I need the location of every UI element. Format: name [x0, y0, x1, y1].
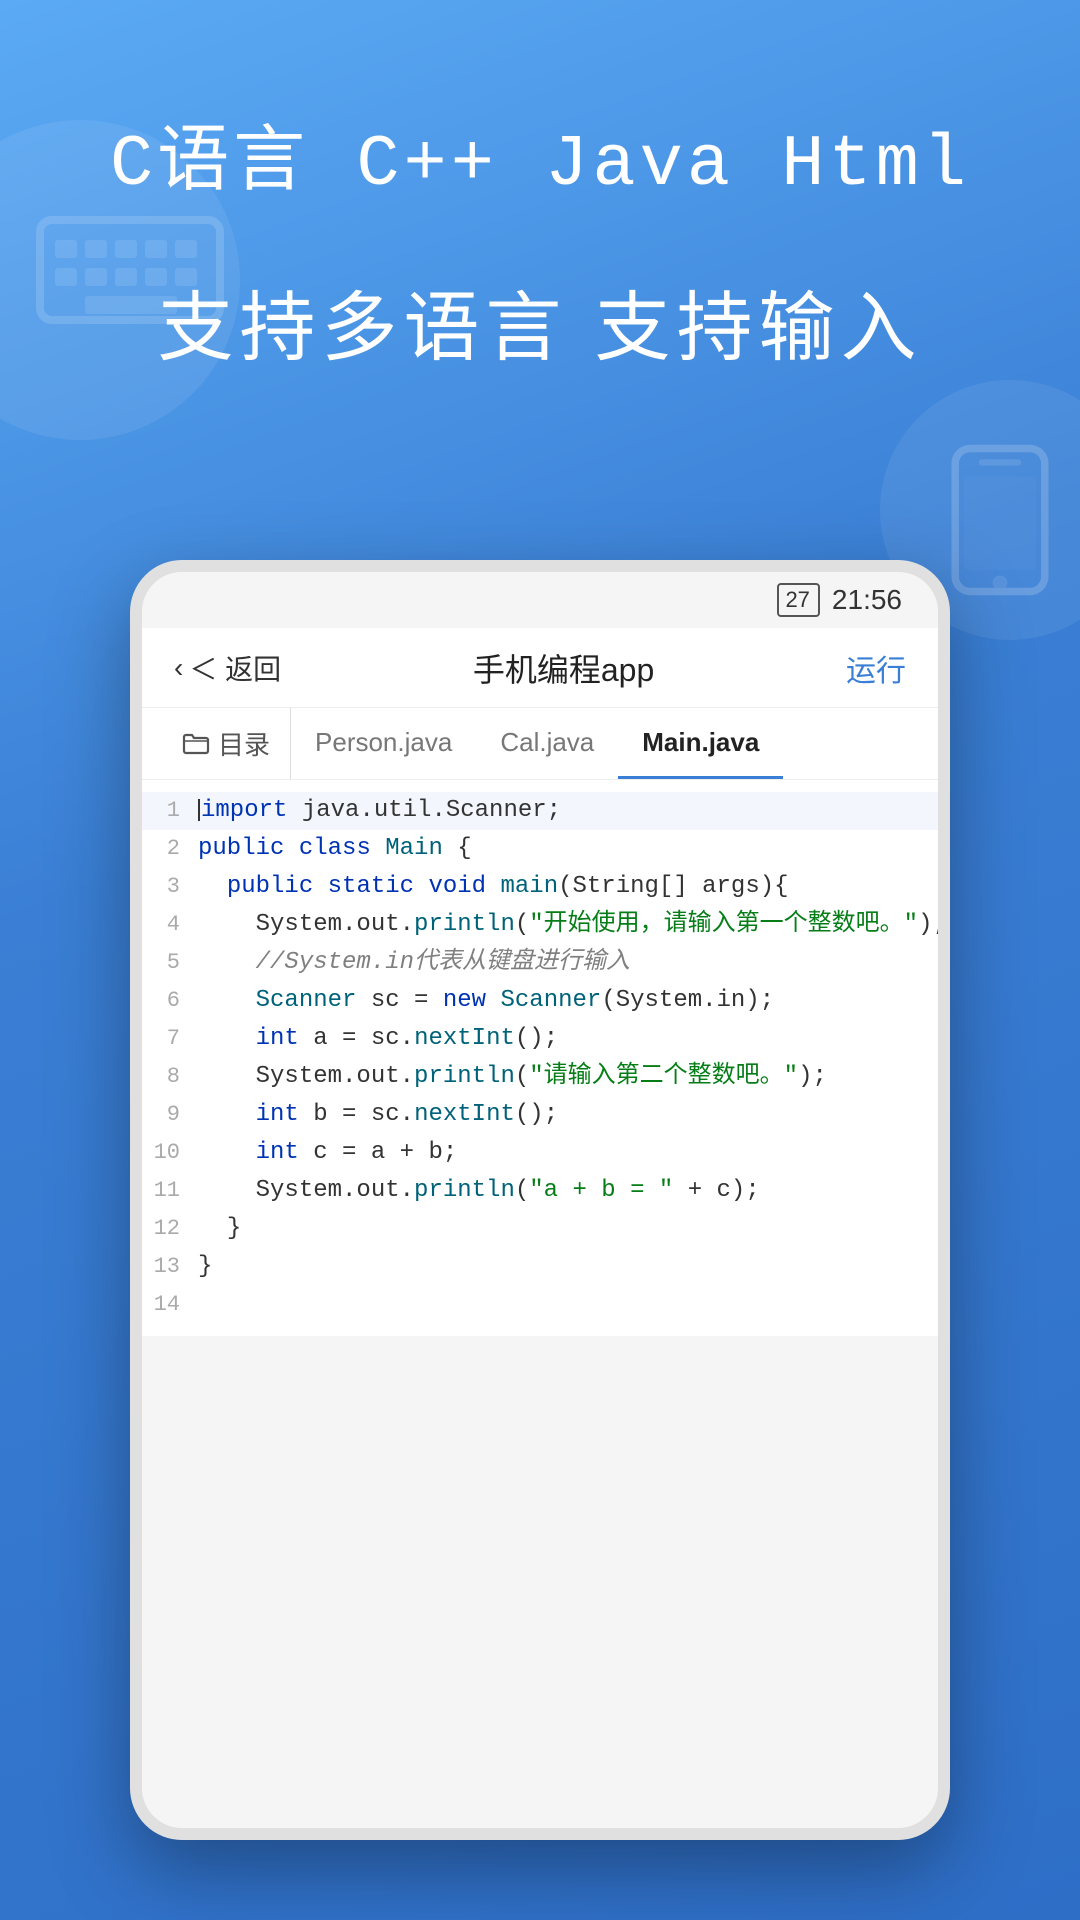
code-editor[interactable]: 1 import java.util.Scanner; 2 public cla…: [142, 780, 938, 1336]
tab-person-java-label: Person.java: [315, 727, 452, 758]
status-bar: 27 21:56: [142, 572, 938, 628]
code-line-12: 12 }: [142, 1210, 938, 1248]
deco-phone-icon: [940, 440, 1060, 600]
code-line-1: 1 import java.util.Scanner;: [142, 792, 938, 830]
code-line-14: 14: [142, 1286, 938, 1324]
tab-cal-java-label: Cal.java: [500, 727, 594, 758]
line-code-9: int b = sc.nextInt();: [198, 1096, 938, 1134]
code-line-11: 11 System.out.println("a + b = " + c);: [142, 1172, 938, 1210]
line-code-3: public static void main(String[] args){: [198, 868, 938, 906]
folder-tab-label: 目录: [218, 725, 270, 762]
back-button[interactable]: ‹ ＜ 返回: [174, 648, 281, 688]
code-line-13: 13 }: [142, 1248, 938, 1286]
app-title: 手机编程app: [473, 645, 654, 691]
code-line-2: 2 public class Main {: [142, 830, 938, 868]
line-code-10: int c = a + b;: [198, 1134, 938, 1172]
line-code-13: }: [198, 1248, 938, 1286]
app-bar: ‹ ＜ 返回 手机编程app 运行: [142, 628, 938, 708]
subtitle-line: 支持多语言 支持输入: [60, 266, 1020, 376]
line-num-1: 1: [142, 792, 198, 830]
tab-cal-java[interactable]: Cal.java: [476, 708, 618, 779]
line-code-2: public class Main {: [198, 830, 938, 868]
code-line-10: 10 int c = a + b;: [142, 1134, 938, 1172]
line-code-5: //System.in代表从键盘进行输入: [198, 944, 938, 982]
line-num-13: 13: [142, 1248, 198, 1286]
back-chevron-icon: ‹: [174, 652, 183, 684]
line-num-5: 5: [142, 944, 198, 982]
code-line-5: 5 //System.in代表从键盘进行输入: [142, 944, 938, 982]
line-num-8: 8: [142, 1058, 198, 1096]
tab-main-java[interactable]: Main.java: [618, 708, 783, 779]
line-num-7: 7: [142, 1020, 198, 1058]
header-text-area: C语言 C++ Java Html 支持多语言 支持输入: [0, 100, 1080, 376]
line-num-14: 14: [142, 1286, 198, 1324]
line-num-6: 6: [142, 982, 198, 1020]
line-num-11: 11: [142, 1172, 198, 1210]
line-code-7: int a = sc.nextInt();: [198, 1020, 938, 1058]
line-code-6: Scanner sc = new Scanner(System.in);: [198, 982, 938, 1020]
run-button[interactable]: 运行: [846, 646, 906, 690]
code-content: 1 import java.util.Scanner; 2 public cla…: [142, 780, 938, 1336]
line-num-2: 2: [142, 830, 198, 868]
line-code-1: import java.util.Scanner;: [198, 792, 938, 830]
line-code-4: System.out.println("开始使用，请输入第一个整数吧。");: [198, 906, 938, 944]
tab-main-java-label: Main.java: [642, 727, 759, 758]
code-line-4: 4 System.out.println("开始使用，请输入第一个整数吧。");: [142, 906, 938, 944]
code-line-7: 7 int a = sc.nextInt();: [142, 1020, 938, 1058]
line-code-12: }: [198, 1210, 938, 1248]
folder-icon: [182, 731, 210, 757]
line-num-12: 12: [142, 1210, 198, 1248]
back-label: ＜ 返回: [189, 648, 281, 688]
line-num-9: 9: [142, 1096, 198, 1134]
tab-bar: 目录 Person.java Cal.java Main.java: [142, 708, 938, 780]
phone-mockup: 27 21:56 ‹ ＜ 返回 手机编程app 运行 目录 Person.jav…: [130, 560, 950, 1840]
battery-level: 27: [785, 587, 809, 612]
line-code-11: System.out.println("a + b = " + c);: [198, 1172, 938, 1210]
line-num-10: 10: [142, 1134, 198, 1172]
line-num-3: 3: [142, 868, 198, 906]
line-code-8: System.out.println("请输入第二个整数吧。");: [198, 1058, 938, 1096]
tab-folder[interactable]: 目录: [162, 708, 291, 779]
battery-icon: 27: [777, 583, 819, 617]
code-line-3: 3 public static void main(String[] args)…: [142, 868, 938, 906]
lang-line: C语言 C++ Java Html: [60, 100, 1020, 206]
line-num-4: 4: [142, 906, 198, 944]
tab-person-java[interactable]: Person.java: [291, 708, 476, 779]
code-line-8: 8 System.out.println("请输入第二个整数吧。");: [142, 1058, 938, 1096]
status-time: 21:56: [832, 584, 902, 616]
code-line-6: 6 Scanner sc = new Scanner(System.in);: [142, 982, 938, 1020]
code-line-9: 9 int b = sc.nextInt();: [142, 1096, 938, 1134]
cursor: [198, 799, 200, 821]
